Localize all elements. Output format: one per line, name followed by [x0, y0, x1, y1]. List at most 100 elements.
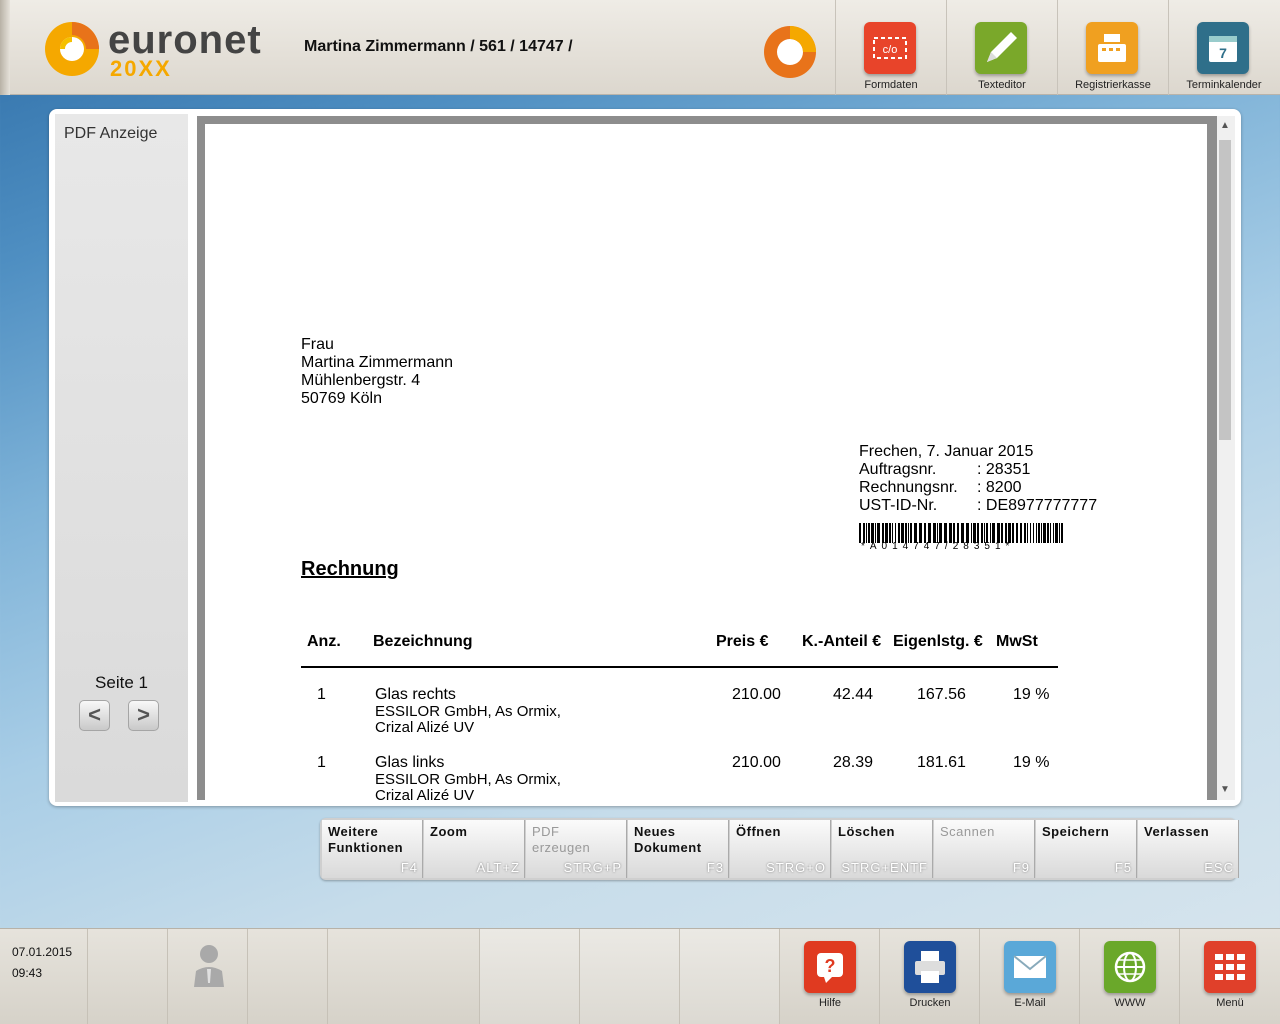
toolbar-button-öffnen[interactable]: Öffnen STRG+O	[730, 820, 831, 878]
barcode-bar	[957, 523, 959, 543]
footer-button-www[interactable]: WWW	[1079, 929, 1179, 1024]
top-button-label: Texteditor	[978, 79, 1026, 91]
barcode-bar	[949, 523, 952, 543]
user-cell[interactable]	[168, 929, 248, 1024]
menu-grid-icon	[1204, 941, 1256, 993]
barcode-bar	[981, 523, 983, 543]
scroll-thumb[interactable]	[1219, 140, 1231, 440]
barcode-bar	[1047, 523, 1049, 543]
meta-label-vat: UST-ID-Nr.	[859, 497, 938, 514]
toolbar-button-label: Verlassen	[1144, 824, 1210, 839]
barcode-bar	[908, 523, 909, 543]
toolbar-shortcut: F4	[400, 860, 418, 875]
toolbar-button-label: Scannen	[940, 824, 995, 839]
top-button-label: Registrierkasse	[1075, 79, 1151, 91]
barcode-bar	[1038, 523, 1040, 543]
barcode-bar	[986, 523, 988, 543]
footer-button-label: WWW	[1114, 997, 1146, 1009]
prev-page-button[interactable]: <	[79, 700, 110, 731]
calendar-icon: 7	[1197, 22, 1249, 74]
scroll-up-icon[interactable]: ▲	[1220, 120, 1230, 131]
barcode-bar	[961, 523, 964, 543]
barcode-bar	[914, 523, 917, 543]
barcode-bar	[1020, 523, 1022, 543]
footer-empty-cell	[88, 929, 168, 1024]
toolbar-shortcut: STRG+O	[766, 860, 826, 875]
toolbar-button-speichern[interactable]: Speichern F5	[1036, 820, 1137, 878]
row2-eigen: 181.61	[917, 754, 966, 771]
toolbar-button-label: PDF erzeugen	[532, 824, 591, 855]
footer-button-hilfe[interactable]: ? Hilfe	[779, 929, 879, 1024]
barcode-bar	[937, 523, 938, 543]
swirl-logo-icon	[45, 22, 99, 76]
barcode-bar	[1043, 523, 1046, 543]
col-eigen: Eigenlstg. €	[893, 633, 983, 650]
toolbar-shortcut: STRG+P	[563, 860, 622, 875]
barcode-bar	[863, 523, 865, 543]
barcode-bar	[1061, 523, 1063, 543]
toolbar-button-löschen[interactable]: Löschen STRG+ENTF	[832, 820, 933, 878]
meta-value-invoice: : 8200	[977, 479, 1022, 496]
barcode-bar	[1033, 523, 1034, 543]
barcode-bar	[1027, 523, 1028, 543]
svg-text:c/o: c/o	[883, 44, 898, 56]
meta-label-order: Auftragsnr.	[859, 461, 937, 478]
top-button-registrierkasse[interactable]: Registrierkasse	[1057, 0, 1167, 95]
toolbar-button-weitere-funktionen[interactable]: Weitere Funktionen F4	[322, 820, 423, 878]
top-button-formdaten[interactable]: c/o Formdaten	[835, 0, 945, 95]
barcode-bar	[984, 523, 985, 543]
address-city: 50769 Köln	[301, 390, 382, 407]
datetime-cell: 07.01.2015 09:43	[0, 929, 88, 1024]
barcode-bar	[889, 523, 891, 543]
customer-info: Martina Zimmermann / 561 / 14747 /	[304, 38, 573, 55]
meta-value-vat: : DE8977777777	[977, 497, 1098, 514]
barcode-bar	[1001, 523, 1003, 543]
toolbar-button-pdf-erzeugen: PDF erzeugen STRG+P	[526, 820, 627, 878]
barcode-bar	[990, 523, 991, 543]
col-kanteil: K.-Anteil €	[802, 633, 882, 650]
toolbar-button-verlassen[interactable]: Verlassen ESC	[1138, 820, 1239, 878]
pdf-viewer[interactable]: Frau Martina Zimmermann Mühlenbergstr. 4…	[197, 116, 1217, 800]
footer-button-label: E-Mail	[1014, 997, 1046, 1009]
footer-button-drucken[interactable]: Drucken	[879, 929, 979, 1024]
top-button-texteditor[interactable]: Texteditor	[946, 0, 1056, 95]
col-mwst: MwSt	[996, 633, 1038, 650]
top-button-terminkalender[interactable]: 7 Terminkalender	[1168, 0, 1278, 95]
footer-empty-cell	[580, 929, 680, 1024]
next-page-button[interactable]: >	[128, 700, 159, 731]
barcode-bar	[1036, 523, 1037, 543]
meta-value-order: : 28351	[977, 461, 1031, 478]
toolbar-button-neues-dokument[interactable]: Neues Dokument F3	[628, 820, 729, 878]
sidebar-title: PDF Anzeige	[64, 125, 158, 142]
document-title: Rechnung	[301, 558, 399, 580]
barcode-bar	[892, 523, 893, 543]
barcode-bar	[928, 523, 931, 543]
vertical-scrollbar[interactable]: ▲ ▼	[1217, 116, 1235, 800]
footer-button-men-[interactable]: Menü	[1179, 929, 1279, 1024]
barcode-bar	[1055, 523, 1058, 543]
cash-register-icon	[1086, 22, 1138, 74]
row1-mwst: 19 %	[1013, 686, 1050, 703]
row1-eigen: 167.56	[917, 686, 966, 703]
header-bar: euronet 20XX Martina Zimmermann / 561 / …	[0, 0, 1280, 95]
row2-desc1: ESSILOR GmbH, As Ormix,	[375, 771, 561, 788]
footer-empty-cell	[328, 929, 480, 1024]
barcode-icon	[859, 523, 1063, 543]
row1-name: Glas rechts	[375, 686, 456, 703]
toolbar-button-label: Neues Dokument	[634, 824, 702, 855]
header-rule	[301, 666, 1058, 668]
printer-icon	[904, 941, 956, 993]
current-date: 07.01.2015	[12, 945, 73, 959]
address-salutation: Frau	[301, 336, 334, 353]
footer-empty-cell	[480, 929, 580, 1024]
scroll-down-icon[interactable]: ▼	[1220, 784, 1230, 795]
formdaten-icon: c/o	[864, 22, 916, 74]
footer-button-e-mail[interactable]: E-Mail	[979, 929, 1079, 1024]
barcode-bar	[1059, 523, 1060, 543]
barcode-bar	[977, 523, 979, 543]
row1-kanteil: 42.44	[833, 686, 874, 703]
barcode-bar	[1008, 523, 1011, 543]
footer-button-label: Menü	[1216, 997, 1244, 1009]
toolbar-button-label: Speichern	[1042, 824, 1110, 839]
toolbar-button-zoom[interactable]: Zoom ALT+Z	[424, 820, 525, 878]
